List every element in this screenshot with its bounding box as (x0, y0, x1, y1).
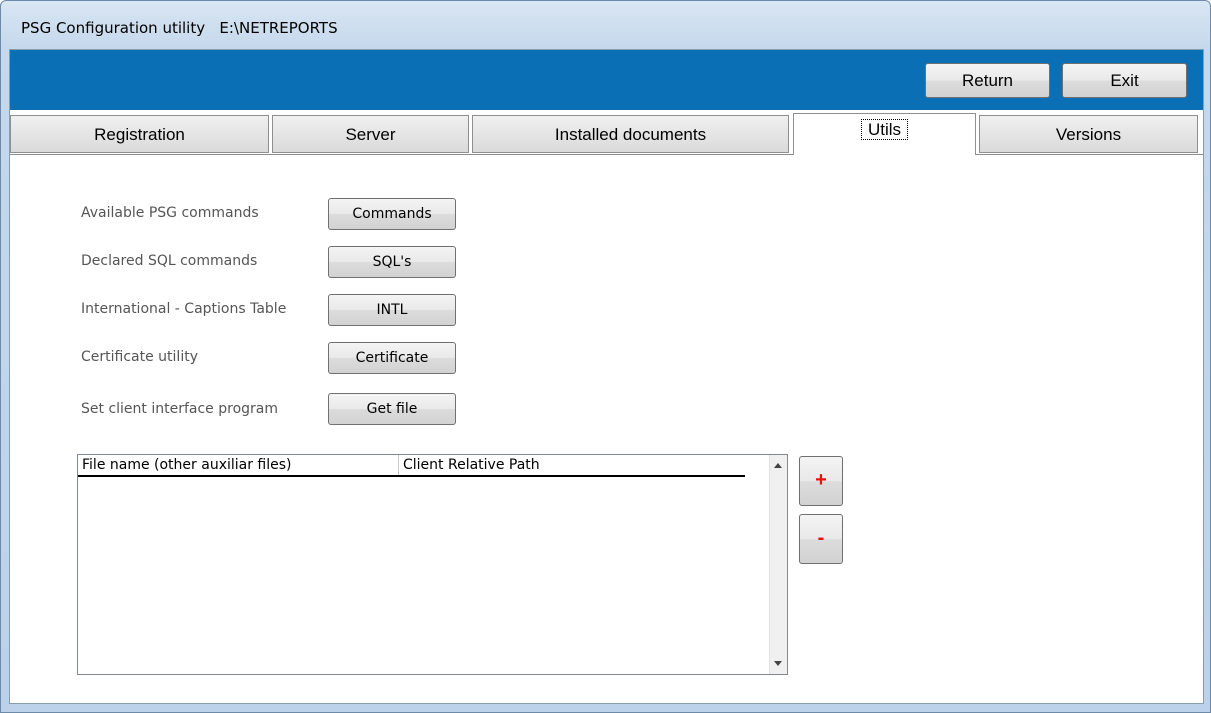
label-set-client-interface-program: Set client interface program (81, 401, 278, 417)
tab-server[interactable]: Server (272, 115, 469, 153)
add-file-button[interactable]: + (799, 456, 843, 506)
title-bar[interactable]: PSG Configuration utility E:\NETREPORTS (9, 7, 909, 47)
label-certificate-utility: Certificate utility (81, 349, 198, 365)
table-header: File name (other auxiliar files) Client … (78, 455, 745, 477)
tab-utils[interactable]: Utils (793, 113, 976, 155)
scroll-up-arrow-icon[interactable] (774, 463, 782, 468)
label-declared-sql-commands: Declared SQL commands (81, 253, 258, 269)
tab-registration[interactable]: Registration (10, 115, 269, 153)
app-window: PSG Configuration utility E:\NETREPORTS … (0, 0, 1211, 713)
column-header-file-name[interactable]: File name (other auxiliar files) (82, 457, 292, 473)
intl-button[interactable]: INTL (328, 294, 456, 326)
certificate-button[interactable]: Certificate (328, 342, 456, 374)
scroll-down-arrow-icon[interactable] (774, 661, 782, 666)
client-area: Return Exit Registration Server Installe… (9, 49, 1204, 704)
commands-button[interactable]: Commands (328, 198, 456, 230)
label-international-captions-table: International - Captions Table (81, 301, 287, 317)
window-title: PSG Configuration utility E:\NETREPORTS (21, 19, 338, 37)
exit-button[interactable]: Exit (1062, 63, 1187, 98)
remove-file-button[interactable]: - (799, 514, 843, 564)
tab-installed-documents[interactable]: Installed documents (472, 115, 789, 153)
header-bar: Return Exit (10, 50, 1203, 110)
return-button[interactable]: Return (925, 63, 1050, 98)
column-header-client-relative-path[interactable]: Client Relative Path (403, 457, 540, 473)
tab-divider (10, 154, 1203, 155)
auxiliary-files-table[interactable]: File name (other auxiliar files) Client … (77, 454, 788, 675)
vertical-scrollbar[interactable] (769, 455, 787, 674)
tab-versions[interactable]: Versions (979, 115, 1198, 153)
label-available-psg-commands: Available PSG commands (81, 205, 259, 221)
tab-strip: Registration Server Installed documents … (10, 113, 1203, 155)
column-divider[interactable] (398, 455, 399, 475)
get-file-button[interactable]: Get file (328, 393, 456, 425)
tab-utils-label: Utils (860, 119, 909, 140)
sqls-button[interactable]: SQL's (328, 246, 456, 278)
